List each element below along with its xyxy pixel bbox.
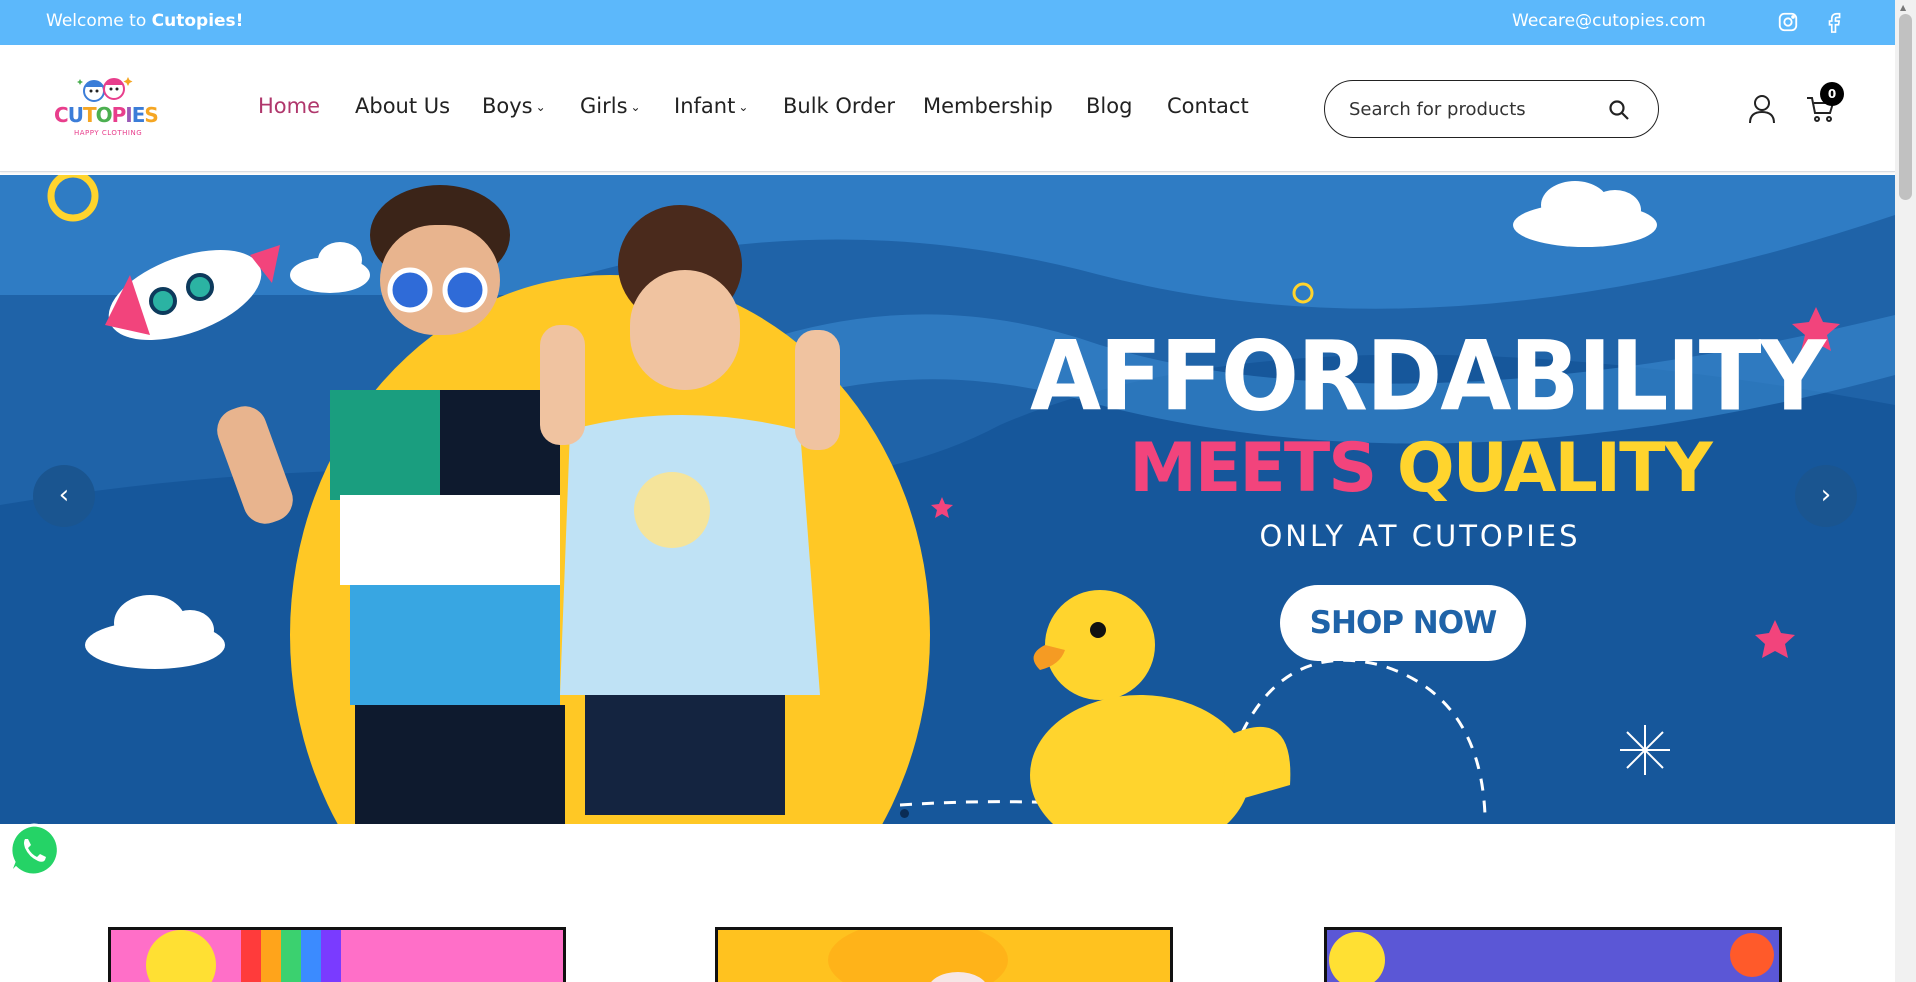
nav-about-us[interactable]: About Us — [355, 94, 450, 118]
search-icon[interactable] — [1607, 98, 1631, 122]
hero-line-2: MEETS QUALITY — [1030, 427, 1810, 511]
hero-line-2-yellow: QUALITY — [1396, 429, 1713, 508]
chevron-down-icon: ⌄ — [630, 100, 641, 114]
whatsapp-icon[interactable] — [6, 822, 62, 878]
contact-email[interactable]: Wecare@cutopies.com — [1512, 11, 1706, 31]
hero-line-1: AFFORDABILITY — [1030, 320, 1826, 433]
top-bar: Welcome to Cutopies! Wecare@cutopies.com — [0, 0, 1895, 45]
nav-membership-label: Membership — [923, 94, 1053, 118]
nav-contact[interactable]: Contact — [1167, 94, 1249, 118]
search-box[interactable] — [1324, 80, 1659, 138]
account-icon[interactable] — [1748, 94, 1776, 124]
nav-about-us-label: About Us — [355, 94, 451, 118]
welcome-message: Welcome to Cutopies! — [46, 11, 243, 31]
scroll-up-icon[interactable]: ▲ — [1900, 3, 1906, 12]
nav-home[interactable]: Home — [258, 94, 320, 118]
nav-home-label: Home — [258, 94, 321, 118]
hero-headline: AFFORDABILITY MEETS QUALITY ONLY AT CUTO… — [1030, 320, 1826, 553]
chevron-down-icon: ⌄ — [738, 100, 749, 114]
next-slide-button[interactable]: › — [1795, 465, 1857, 527]
instagram-icon[interactable] — [1777, 11, 1799, 33]
cart-count-badge: 0 — [1820, 82, 1844, 106]
search-input[interactable] — [1349, 96, 1589, 122]
slide-dot[interactable] — [900, 809, 909, 818]
category-card[interactable] — [715, 927, 1173, 982]
hero-banner[interactable]: AFFORDABILITY MEETS QUALITY ONLY AT CUTO… — [0, 175, 1895, 824]
card-art — [111, 930, 563, 982]
nav-bulk-order[interactable]: Bulk Order — [783, 94, 895, 118]
nav-blog-label: Blog — [1086, 94, 1133, 118]
slider-dots — [900, 803, 915, 822]
logo-kids-icon — [77, 77, 133, 102]
hero-line-3: ONLY AT CUTOPIES — [1259, 519, 1581, 553]
nav-bulk-order-label: Bulk Order — [783, 94, 896, 118]
welcome-brand: Cutopies! — [151, 11, 244, 31]
card-art — [718, 930, 1170, 982]
nav-girls[interactable]: Girls ⌄ — [580, 94, 641, 118]
facebook-icon[interactable] — [1824, 11, 1846, 33]
nav-blog[interactable]: Blog — [1086, 94, 1132, 118]
chevron-right-icon: › — [1820, 480, 1832, 510]
prev-slide-button[interactable]: ‹ — [33, 465, 95, 527]
shop-now-button[interactable]: SHOP NOW — [1280, 585, 1526, 661]
nav-boys-label: Boys — [482, 94, 533, 118]
nav-infant-label: Infant — [674, 94, 736, 118]
logo-tagline: HAPPY CLOTHING — [74, 129, 143, 137]
welcome-prefix: Welcome to — [46, 11, 152, 31]
site-logo[interactable]: CUTOPIES HAPPY CLOTHING — [52, 73, 164, 143]
nav-membership[interactable]: Membership — [923, 94, 1053, 118]
category-card[interactable] — [1324, 927, 1782, 982]
nav-contact-label: Contact — [1167, 94, 1249, 118]
hero-line-2-pink: MEETS — [1129, 429, 1377, 508]
nav-infant[interactable]: Infant ⌄ — [674, 94, 748, 118]
category-card[interactable] — [108, 927, 566, 982]
site-header: CUTOPIES HAPPY CLOTHING Home About Us Bo… — [0, 45, 1895, 172]
card-art — [1327, 930, 1779, 982]
chevron-left-icon: ‹ — [58, 480, 70, 510]
page-scrollbar[interactable]: ▲ — [1895, 0, 1916, 982]
nav-boys[interactable]: Boys ⌄ — [482, 94, 546, 118]
nav-girls-label: Girls — [580, 94, 628, 118]
scrollbar-thumb[interactable] — [1899, 14, 1912, 200]
logo-wordmark: CUTOPIES — [54, 103, 159, 127]
sparkle-icon — [1620, 725, 1670, 775]
chevron-down-icon: ⌄ — [535, 100, 546, 114]
